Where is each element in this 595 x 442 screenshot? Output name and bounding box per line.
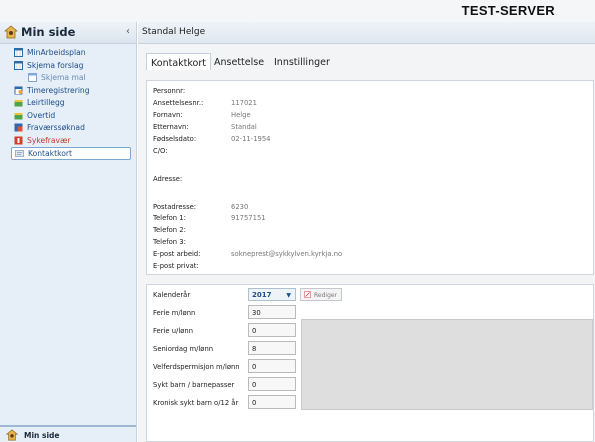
edit-button[interactable]: Rediger: [300, 288, 342, 301]
sidebar-item-kontaktkort[interactable]: Kontaktkort: [11, 147, 131, 160]
stat-label: Seniordag m/lønn: [153, 345, 214, 353]
info-label: E-post arbeid:: [153, 250, 201, 258]
sidebar-item-label: Timeregistrering: [27, 85, 90, 95]
stat-label: Velferdspermisjon m/lønn: [153, 363, 240, 371]
sidebar-nav: MinArbeidsplan Skjema forslag Skjema mal…: [0, 47, 136, 160]
sidebar-item-leirtillegg[interactable]: Leirtillegg: [0, 97, 136, 110]
stat-label: Ferie m/lønn: [153, 309, 196, 317]
contact-info-panel: Personnr: Ansettelsesnr.: 117021 Fornavn:…: [146, 80, 594, 275]
home-user-icon: [6, 429, 18, 441]
top-bar: TEST-SERVER: [0, 0, 595, 22]
sidebar-item-skjema-mal[interactable]: Skjema mal: [0, 72, 136, 85]
year-select-value: 2017: [252, 291, 272, 299]
sidebar-footer-min-side[interactable]: Min side: [0, 425, 136, 442]
info-value: 117021: [231, 99, 257, 107]
sidebar-item-sykefravaer[interactable]: Sykefravær: [0, 135, 136, 148]
sidebar-item-label: Leirtillegg: [27, 98, 65, 107]
tab-label: Kontaktkort: [151, 58, 206, 69]
info-label: Fødselsdato:: [153, 135, 197, 143]
sidebar-item-timeregistrering[interactable]: Timeregistrering: [0, 85, 136, 98]
tab-innstillinger[interactable]: Innstillinger: [274, 53, 330, 70]
stat-value-box: 0: [248, 323, 296, 337]
folder-green-icon: [14, 100, 23, 107]
sidebar-item-skjema-forslag[interactable]: Skjema forslag: [0, 60, 136, 73]
sidebar-item-label: Skjema mal: [41, 73, 86, 82]
stat-value-box: 0: [248, 359, 296, 373]
details-placeholder-area: [301, 319, 593, 410]
sick-icon: [14, 136, 23, 144]
contact-card-icon: [15, 150, 24, 157]
sidebar-item-label: Skjema forslag: [27, 60, 84, 70]
info-label: C/O:: [153, 147, 168, 155]
absence-icon: [14, 123, 23, 132]
page-title-bar: Standal Helge: [138, 22, 595, 44]
tab-kontaktkort[interactable]: Kontaktkort: [146, 53, 211, 70]
tab-label: Ansettelse: [214, 57, 265, 68]
info-label: Telefon 1:: [153, 214, 186, 222]
sidebar-item-fravaerssoknad[interactable]: Fraværssøknad: [0, 122, 136, 135]
stat-value-box: 0: [248, 395, 296, 409]
sidebar-footer-label: Min side: [24, 431, 60, 440]
chevron-down-icon: ▼: [286, 292, 291, 299]
sidebar-item-label: Sykefravær: [27, 135, 71, 145]
calendar-grid-icon: [14, 60, 23, 70]
info-label: Fornavn:: [153, 111, 183, 119]
sidebar: Min side ‹ MinArbeidsplan Skjema forslag…: [0, 22, 137, 442]
edit-button-label: Rediger: [314, 292, 338, 299]
calendar-grid-icon: [28, 73, 37, 82]
main-content: Standal Helge Kontaktkort Ansettelse Inn…: [138, 22, 595, 442]
sidebar-item-label: Fraværssøknad: [27, 123, 85, 132]
info-label: Postadresse:: [153, 203, 197, 211]
stat-label: Kronisk sykt barn o/12 år: [153, 399, 239, 407]
page-title: Standal Helge: [142, 27, 206, 37]
pencil-icon: [304, 291, 311, 298]
sidebar-item-overtid[interactable]: Overtid: [0, 110, 136, 123]
collapse-sidebar-button[interactable]: ‹: [126, 26, 130, 37]
stat-label: Ferie u/lønn: [153, 327, 194, 335]
stat-value-box: 8: [248, 341, 296, 355]
tab-label: Innstillinger: [274, 57, 330, 68]
server-name: TEST-SERVER: [461, 3, 555, 18]
year-select[interactable]: 2017 ▼: [248, 288, 296, 301]
sidebar-title: Min side: [21, 25, 76, 39]
calendar-year-label: Kalenderår: [153, 291, 191, 299]
sidebar-item-label: Overtid: [27, 110, 56, 120]
info-label: Telefon 3:: [153, 238, 186, 246]
info-value: 6230: [231, 203, 249, 211]
info-value: Standal: [231, 123, 257, 131]
sidebar-item-label: MinArbeidsplan: [27, 48, 86, 57]
info-label: E-post privat:: [153, 262, 199, 270]
stat-label: Sykt barn / barnepasser: [153, 381, 235, 389]
home-user-icon: [4, 25, 18, 39]
info-value: 02-11-1954: [231, 135, 271, 143]
calendar-grid-icon: [14, 48, 23, 57]
sidebar-item-minarbeidsplan[interactable]: MinArbeidsplan: [0, 47, 136, 60]
work-email-link[interactable]: sokneprest@sykkylven.kyrkja.no: [231, 250, 342, 258]
info-value: 91757151: [231, 214, 266, 222]
clock-table-icon: [14, 86, 23, 94]
info-label: Telefon 2:: [153, 226, 186, 234]
info-label: Ansettelsesnr.:: [153, 99, 204, 107]
stat-value-box: 30: [248, 305, 296, 319]
folder-green-icon: [14, 112, 23, 119]
stat-value-box: 0: [248, 377, 296, 391]
leave-balance-panel: Kalenderår 2017 ▼ Rediger Ferie m/lønn 3…: [146, 284, 594, 442]
info-label: Etternavn:: [153, 123, 189, 131]
info-value: Helge: [231, 111, 251, 119]
sidebar-item-label: Kontaktkort: [28, 149, 72, 158]
sidebar-header: Min side ‹: [0, 22, 136, 44]
info-label: Adresse:: [153, 175, 183, 183]
tab-ansettelse[interactable]: Ansettelse: [214, 53, 264, 70]
info-label: Personnr:: [153, 87, 186, 95]
